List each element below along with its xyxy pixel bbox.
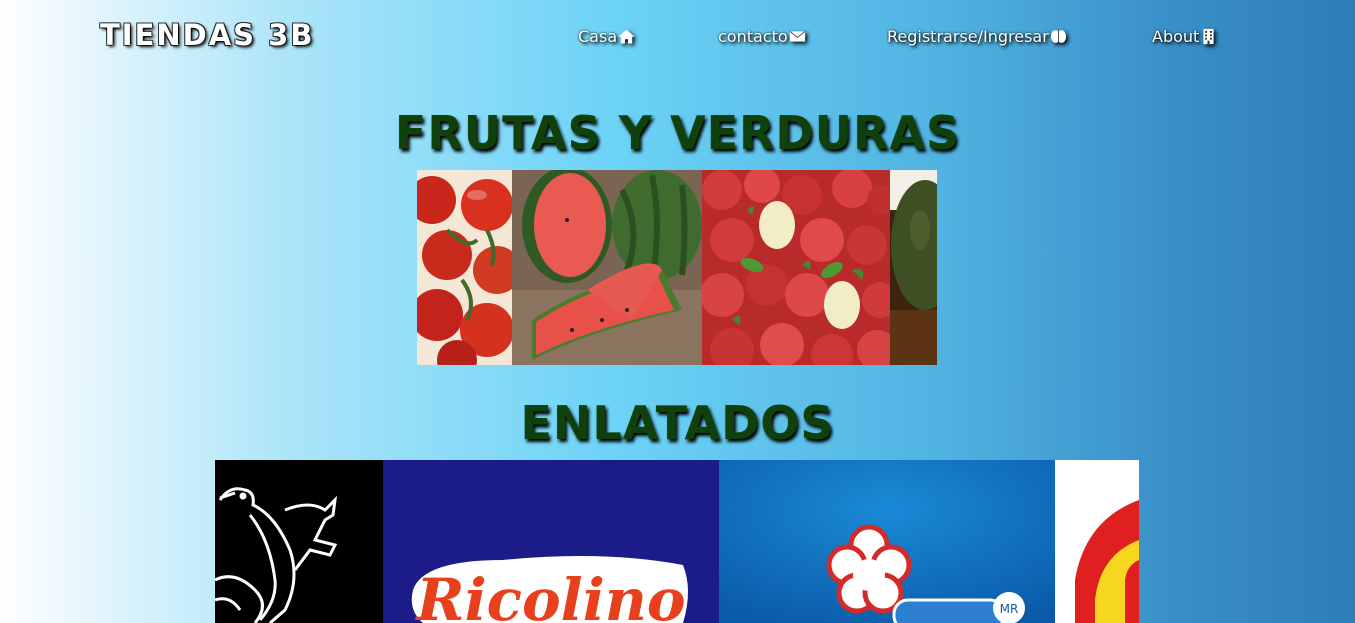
envelope-icon: [789, 30, 806, 42]
brand-logo[interactable]: TIENDAS 3B: [100, 18, 314, 52]
registered-mark: MR: [1000, 602, 1019, 616]
flower-logo-image: MR: [719, 460, 1055, 623]
brain-icon: [1050, 30, 1066, 43]
nav-casa-label: Casa: [578, 27, 618, 46]
nav-about-label: About: [1152, 27, 1200, 46]
frutas-carousel[interactable]: [417, 170, 937, 365]
nav-about[interactable]: About: [1152, 27, 1217, 46]
ricolino-wordmark: Ricolino: [414, 566, 685, 623]
tomatoes-image: [417, 170, 512, 365]
avocado-image: [890, 170, 937, 365]
building-icon: [1203, 28, 1214, 45]
navbar: TIENDAS 3B Casa contacto Registrarse/Ing…: [0, 0, 1355, 80]
apples-image: [702, 170, 890, 365]
nav-contacto-label: contacto: [718, 27, 788, 46]
home-icon: [618, 29, 635, 44]
nav-registrarse[interactable]: Registrarse/Ingresar: [887, 27, 1067, 46]
bird-logo-image: [215, 460, 383, 623]
ricolino-logo-image: Ricolino: [383, 460, 719, 623]
nav-casa[interactable]: Casa: [578, 27, 635, 46]
watermelon-image: [512, 170, 702, 365]
section-title-enlatados: ENLATADOS: [520, 396, 835, 450]
nav-contacto[interactable]: contacto: [718, 27, 806, 46]
enlatados-carousel[interactable]: Ricolino MR: [215, 460, 1139, 623]
section-title-frutas: FRUTAS Y VERDURAS: [394, 106, 961, 160]
red-logo-image: [1055, 460, 1139, 623]
nav-registrarse-label: Registrarse/Ingresar: [887, 27, 1049, 46]
